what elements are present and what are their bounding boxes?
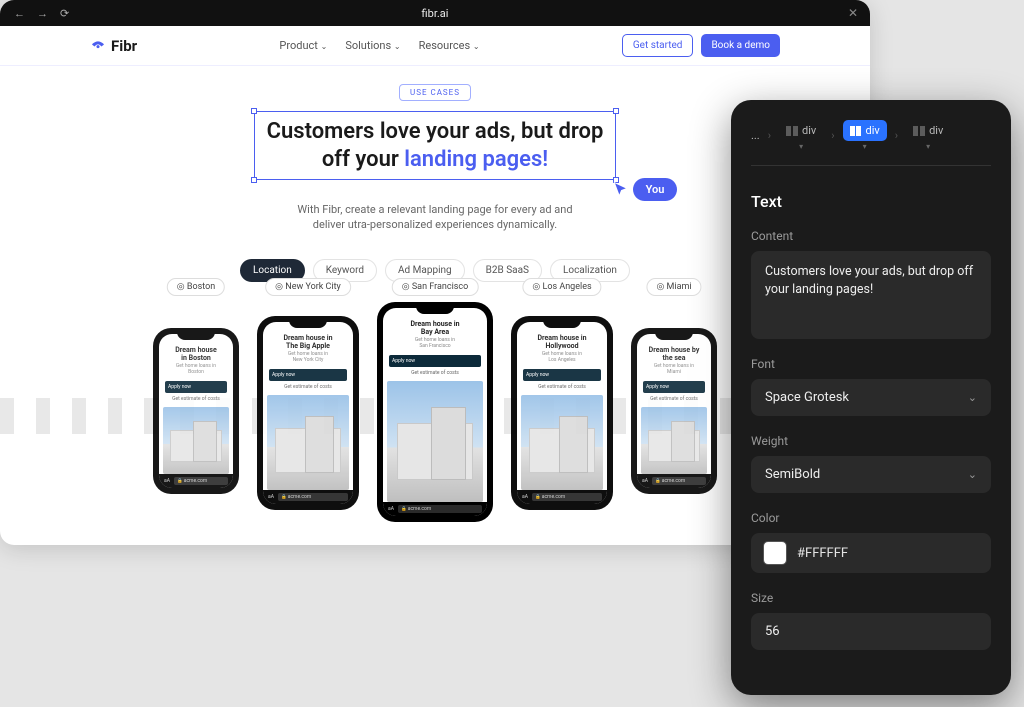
city-pill: ◎ Miami <box>646 278 701 296</box>
phone-mockup: Dream house bythe sea Get home loans inM… <box>631 328 717 494</box>
color-picker[interactable]: #FFFFFF <box>751 533 991 573</box>
cursor-label: You <box>633 178 678 201</box>
nav-solutions[interactable]: Solutions ⌄ <box>345 39 400 52</box>
back-icon[interactable]: ← <box>14 7 25 20</box>
chevron-down-icon: ▾ <box>799 142 803 151</box>
main-nav: Product ⌄ Solutions ⌄ Resources ⌄ <box>279 39 479 52</box>
usecase-pill: USE CASES <box>399 84 471 101</box>
close-icon[interactable]: ✕ <box>848 6 858 20</box>
layout-icon <box>850 126 862 136</box>
breadcrumb: ... › div▾ › div▾ › div▾ <box>751 120 991 151</box>
crumb-div-active[interactable]: div▾ <box>843 120 887 151</box>
crumb-div[interactable]: div▾ <box>779 120 823 151</box>
chevron-down-icon: ▾ <box>863 142 867 151</box>
chevron-down-icon: ⌄ <box>968 391 977 404</box>
city-pill: ◎ San Francisco <box>392 278 479 296</box>
reload-icon[interactable]: ⟳ <box>60 7 69 20</box>
chevron-right-icon: › <box>768 129 771 142</box>
font-label: Font <box>751 357 991 371</box>
inspector-panel: ... › div▾ › div▾ › div▾ Text Content Cu… <box>731 100 1011 695</box>
book-demo-button[interactable]: Book a demo <box>701 34 780 57</box>
layout-icon <box>786 126 798 136</box>
section-title: Text <box>751 192 991 211</box>
city-pill: ◎ New York City <box>265 278 351 296</box>
chevron-down-icon: ▾ <box>926 142 930 151</box>
headline-text: Customers love your ads, but drop off yo… <box>267 118 604 173</box>
city-pill: ◎ Boston <box>167 278 225 296</box>
font-select[interactable]: Space Grotesk⌄ <box>751 379 991 416</box>
collaborator-cursor: You <box>611 178 678 201</box>
logo[interactable]: Fibr <box>90 37 137 55</box>
content-textarea[interactable]: Customers love your ads, but drop off yo… <box>751 251 991 339</box>
url-display: fibr.ai <box>422 7 449 20</box>
logo-icon <box>90 38 106 54</box>
content-label: Content <box>751 229 991 243</box>
selected-headline[interactable]: Customers love your ads, but drop off yo… <box>254 111 617 180</box>
crumb-ellipsis[interactable]: ... <box>751 129 760 142</box>
size-input[interactable]: 56 <box>751 613 991 650</box>
color-hex: #FFFFFF <box>797 546 848 561</box>
selection-handle[interactable] <box>613 108 619 114</box>
cursor-icon <box>611 180 631 200</box>
layout-icon <box>913 126 925 136</box>
logo-text: Fibr <box>111 37 137 55</box>
chevron-down-icon: ⌄ <box>968 468 977 481</box>
phone-mockup: Dream house inHollywood Get home loans i… <box>511 316 613 510</box>
city-pill: ◎ Los Angeles <box>522 278 601 296</box>
phone-mockup: Dream housein Boston Get home loans inBo… <box>153 328 239 494</box>
nav-product[interactable]: Product ⌄ <box>279 39 327 52</box>
color-label: Color <box>751 511 991 525</box>
chevron-right-icon: › <box>895 129 898 142</box>
selection-handle[interactable] <box>251 108 257 114</box>
forward-icon[interactable]: → <box>37 7 48 20</box>
crumb-div[interactable]: div▾ <box>906 120 950 151</box>
weight-select[interactable]: SemiBold⌄ <box>751 456 991 493</box>
weight-label: Weight <box>751 434 991 448</box>
phone-mockup: Dream house inBay Area Get home loans in… <box>377 302 493 522</box>
selection-handle[interactable] <box>251 177 257 183</box>
size-label: Size <box>751 591 991 605</box>
phone-mockup: Dream house inThe Big Apple Get home loa… <box>257 316 359 510</box>
get-started-button[interactable]: Get started <box>622 34 694 57</box>
nav-resources[interactable]: Resources ⌄ <box>419 39 480 52</box>
browser-titlebar: ← → ⟳ fibr.ai ✕ <box>0 0 870 26</box>
site-header: Fibr Product ⌄ Solutions ⌄ Resources ⌄ G… <box>0 26 870 66</box>
chevron-right-icon: › <box>831 129 834 142</box>
color-swatch[interactable] <box>763 541 787 565</box>
